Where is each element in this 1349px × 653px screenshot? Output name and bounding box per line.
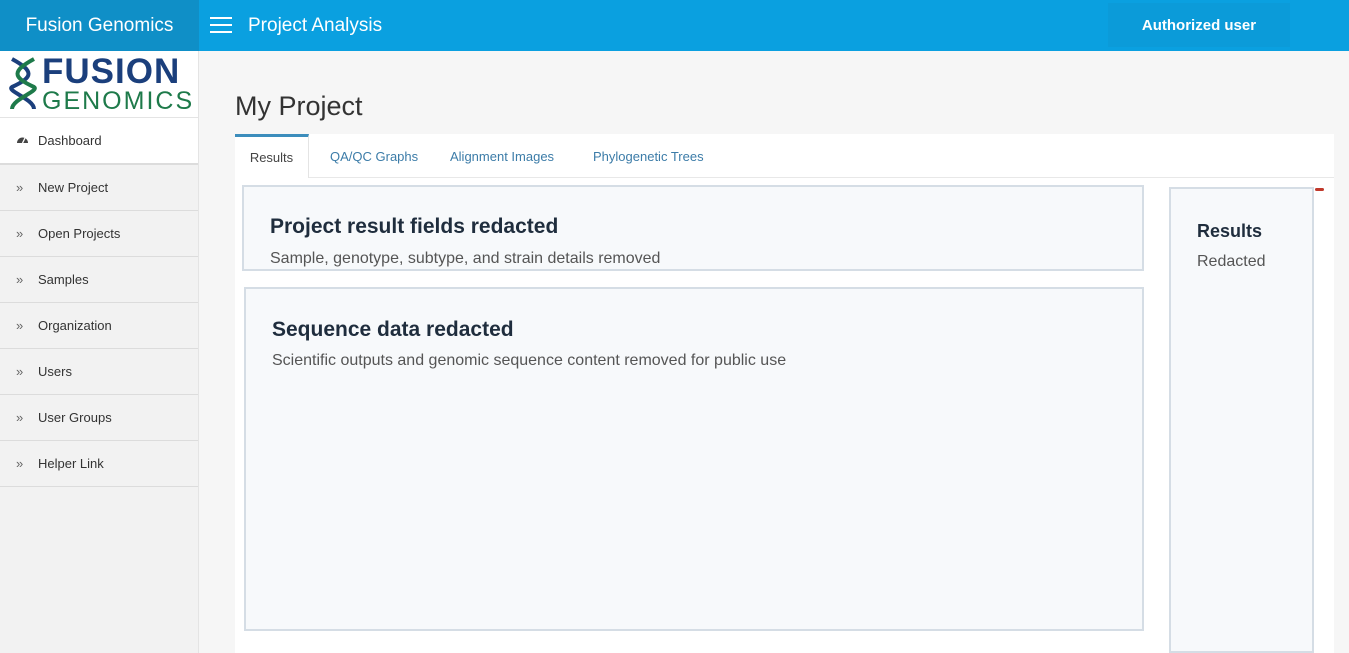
chevron-double-right-icon: » (16, 456, 24, 471)
sidebar-item-label: Samples (38, 272, 89, 287)
user-menu-button[interactable]: Authorized user (1108, 3, 1290, 47)
card-subtitle: Sample, genotype, subtype, and strain de… (270, 250, 661, 267)
sidebar-item-label: Organization (38, 318, 112, 333)
page-title: My Project (235, 91, 363, 121)
brand-title[interactable]: Fusion Genomics (0, 0, 199, 51)
chevron-double-right-icon: » (16, 318, 24, 333)
tab-qa-qc-graphs[interactable]: QA/QC Graphs (330, 134, 418, 178)
tab-phylogenetic-trees[interactable]: Phylogenetic Trees (593, 134, 704, 178)
company-logo[interactable]: FUSION GENOMICS (0, 51, 198, 118)
sidebar-item-new-project[interactable]: » New Project (0, 165, 198, 211)
chevron-double-right-icon: » (16, 364, 24, 379)
sidebar-item-users[interactable]: » Users (0, 349, 198, 395)
sidebar-item-helper-link[interactable]: » Helper Link (0, 441, 198, 487)
logo-line-2: GENOMICS (42, 87, 195, 115)
tab-bar: Results QA/QC Graphs Alignment Images Ph… (235, 134, 1334, 178)
tab-alignment-images[interactable]: Alignment Images (450, 134, 554, 178)
result-fields-card: Project result fields redacted Sample, g… (242, 185, 1144, 271)
sidebar-item-organization[interactable]: » Organization (0, 303, 198, 349)
sidebar-item-dashboard[interactable]: Dashboard (0, 118, 198, 165)
scrollbar-marker[interactable] (1315, 188, 1324, 191)
sequence-data-card: Sequence data redacted Scientific output… (244, 287, 1144, 631)
card-title: Sequence data redacted (272, 318, 514, 341)
sidebar-item-label: User Groups (38, 410, 112, 425)
dashboard-icon (16, 133, 38, 148)
tab-results[interactable]: Results (235, 134, 309, 178)
menu-toggle-icon[interactable] (210, 17, 232, 33)
sidebar-item-samples[interactable]: » Samples (0, 257, 198, 303)
sidebar-item-open-projects[interactable]: » Open Projects (0, 211, 198, 257)
side-panel-title: Results (1197, 221, 1263, 241)
chevron-double-right-icon: » (16, 180, 24, 195)
sidebar-item-label: New Project (38, 180, 109, 195)
sidebar-item-label: Dashboard (38, 133, 102, 148)
page-header-title: Project Analysis (248, 14, 383, 36)
top-bar: Fusion Genomics Project Analysis Authori… (0, 0, 1349, 51)
chevron-double-right-icon: » (16, 272, 24, 287)
dna-helix-icon (9, 57, 37, 110)
sidebar: FUSION GENOMICS Dashboard » New Project … (0, 51, 199, 653)
sidebar-item-user-groups[interactable]: » User Groups (0, 395, 198, 441)
chevron-double-right-icon: » (16, 226, 24, 241)
card-title: Project result fields redacted (270, 215, 559, 238)
results-side-panel: Results Redacted (1169, 187, 1314, 653)
logo-line-1: FUSION (42, 52, 181, 91)
sidebar-item-label: Helper Link (38, 456, 104, 471)
side-panel-value: Redacted (1197, 253, 1266, 270)
sidebar-item-label: Open Projects (38, 226, 121, 241)
chevron-double-right-icon: » (16, 410, 24, 425)
card-subtitle: Scientific outputs and genomic sequence … (272, 352, 787, 369)
sidebar-item-label: Users (38, 364, 72, 379)
